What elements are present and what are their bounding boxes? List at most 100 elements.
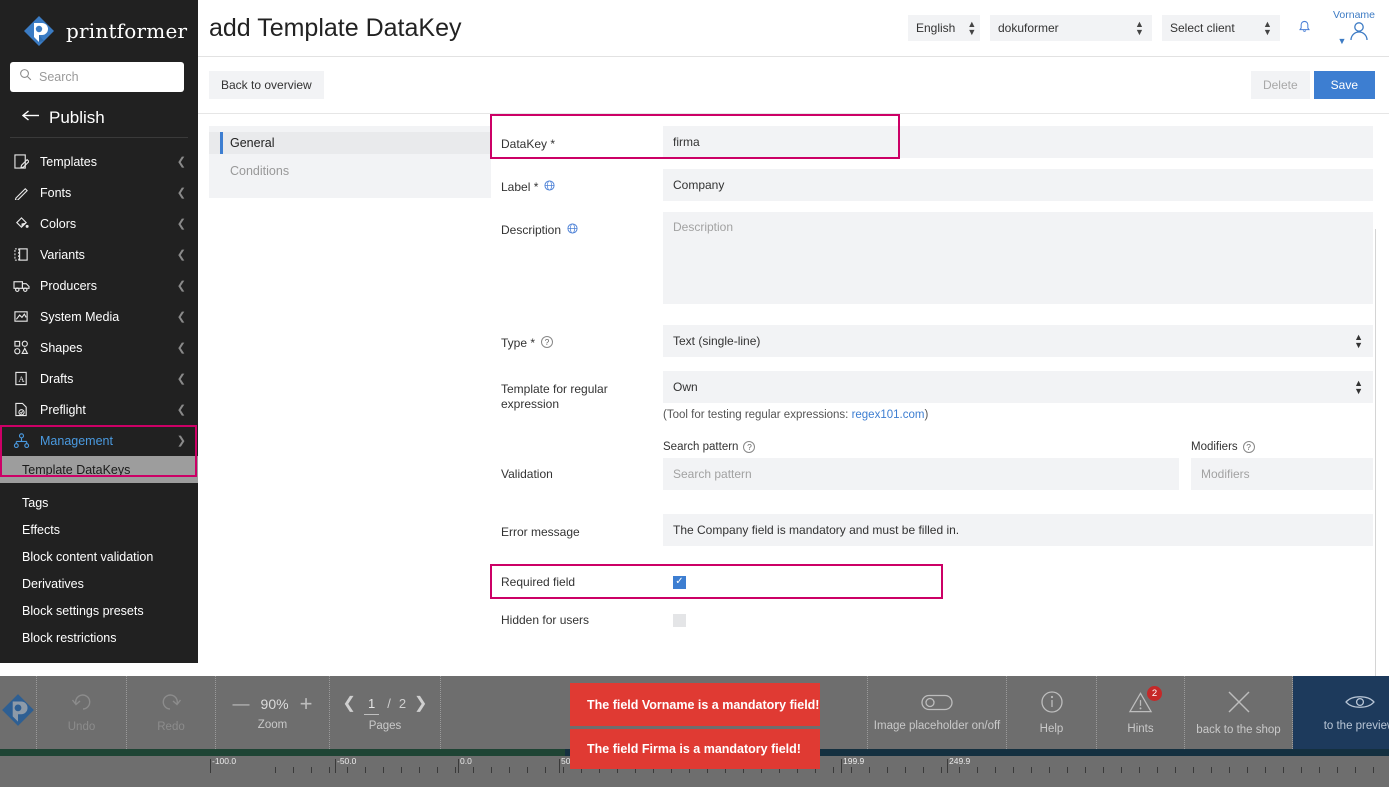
sidebar-subitem-effects[interactable]: Effects bbox=[0, 516, 198, 543]
ruler-tick-major bbox=[210, 759, 211, 773]
toast-vorname[interactable]: The field Vorname is a mandatory field! bbox=[570, 683, 820, 726]
user-menu[interactable]: Vorname ▼ bbox=[1333, 10, 1375, 46]
help-button[interactable]: Help bbox=[1007, 676, 1097, 749]
tab-conditions[interactable]: Conditions bbox=[209, 160, 491, 182]
chevron-left-icon: ❮ bbox=[177, 186, 186, 199]
type-select[interactable]: Text (single-line) ▲▼ bbox=[663, 325, 1373, 357]
sidebar-item-label: Drafts bbox=[40, 372, 177, 386]
back-to-shop-label: back to the shop bbox=[1196, 724, 1280, 736]
modifiers-input[interactable] bbox=[1191, 458, 1373, 490]
help-question-icon[interactable]: ? bbox=[541, 336, 553, 348]
ruler-tick bbox=[869, 767, 870, 773]
back-to-overview-button[interactable]: Back to overview bbox=[209, 71, 324, 99]
globe-icon[interactable] bbox=[567, 223, 578, 239]
tab-general[interactable]: General bbox=[209, 132, 491, 154]
error-message-input[interactable] bbox=[663, 514, 1373, 546]
globe-icon[interactable] bbox=[544, 180, 555, 196]
zoom-in-button[interactable]: + bbox=[300, 694, 313, 714]
hints-badge: 2 bbox=[1147, 686, 1162, 701]
search-pattern-input[interactable] bbox=[663, 458, 1179, 490]
toast-firma[interactable]: The field Firma is a mandatory field! bbox=[570, 729, 820, 769]
ruler-tick-major bbox=[947, 759, 948, 773]
search-input[interactable] bbox=[39, 70, 175, 84]
toast-message: The field Firma is a mandatory field! bbox=[587, 742, 801, 756]
regex-template-label: Template for regular expression bbox=[491, 371, 663, 412]
undo-button[interactable]: Undo bbox=[37, 676, 127, 749]
notifications-bell-icon[interactable] bbox=[1298, 20, 1311, 37]
validation-grid: Search pattern ? Modifiers ? bbox=[663, 441, 1373, 490]
management-icon bbox=[10, 433, 32, 449]
brand-logo[interactable]: printformer bbox=[0, 0, 198, 48]
search-icon bbox=[19, 68, 32, 86]
regex-template-field-wrap: Own ▲▼ (Tool for testing regular express… bbox=[663, 371, 1373, 435]
image-placeholder-toggle[interactable]: Image placeholder on/off bbox=[867, 676, 1007, 749]
delete-button[interactable]: Delete bbox=[1251, 71, 1310, 99]
ruler-tick bbox=[1265, 767, 1266, 773]
label-input[interactable] bbox=[663, 169, 1373, 201]
sidebar-item-producers[interactable]: Producers ❮ bbox=[0, 270, 198, 301]
chevron-down-icon: ▼ bbox=[1338, 36, 1347, 46]
current-page-input[interactable]: 1 bbox=[364, 694, 379, 715]
zoom-control[interactable]: — 90% + Zoom bbox=[216, 676, 330, 749]
sidebar-subitem-label: Block settings presets bbox=[22, 604, 144, 618]
ruler-tick bbox=[1067, 767, 1068, 773]
system-media-icon bbox=[10, 309, 32, 324]
regex101-link[interactable]: regex101.com bbox=[852, 409, 925, 421]
sidebar-subitem-block-restrictions[interactable]: Block restrictions bbox=[0, 624, 198, 651]
sidebar-item-fonts[interactable]: Fonts ❮ bbox=[0, 177, 198, 208]
zoom-out-button[interactable]: — bbox=[233, 694, 250, 714]
sidebar-subitem-template-datakeys[interactable]: Template DataKeys bbox=[0, 456, 198, 483]
sidebar-subitem-block-content-validation[interactable]: Block content validation bbox=[0, 543, 198, 570]
hints-button[interactable]: 2 Hints bbox=[1097, 676, 1185, 749]
ruler-tick-label: 0.0 bbox=[460, 756, 472, 766]
regex-hint-prefix: (Tool for testing regular expressions: bbox=[663, 409, 852, 421]
regex-template-select[interactable]: Own ▲▼ bbox=[663, 371, 1373, 403]
sidebar-item-preflight[interactable]: Preflight ❮ bbox=[0, 394, 198, 425]
description-textarea[interactable] bbox=[663, 212, 1373, 304]
to-the-preview-button[interactable]: to the preview bbox=[1293, 676, 1389, 749]
sidebar-subitem-tags[interactable]: Tags bbox=[0, 489, 198, 516]
workspace-select[interactable]: dokuformer ▲▼ bbox=[990, 15, 1152, 41]
sidebar-back-publish[interactable]: Publish bbox=[10, 92, 188, 138]
page-title: add Template DataKey bbox=[209, 14, 898, 43]
sidebar-subitem-derivatives[interactable]: Derivatives bbox=[0, 570, 198, 597]
required-field-checkbox[interactable]: ✓ bbox=[673, 576, 686, 589]
sidebar-item-variants[interactable]: Variants ❮ bbox=[0, 239, 198, 270]
language-select[interactable]: English ▲▼ bbox=[908, 15, 980, 41]
user-name: Vorname bbox=[1333, 10, 1375, 21]
eye-icon bbox=[1345, 693, 1375, 715]
field-row-label: Label * bbox=[491, 169, 1373, 201]
sidebar-item-shapes[interactable]: Shapes ❮ bbox=[0, 332, 198, 363]
sidebar-item-colors[interactable]: Colors ❮ bbox=[0, 208, 198, 239]
sidebar-item-templates[interactable]: Templates ❮ bbox=[0, 146, 198, 177]
sidebar-item-management[interactable]: Management ❯ bbox=[0, 425, 198, 456]
sidebar-search[interactable] bbox=[10, 62, 184, 92]
type-label-text: Type * bbox=[501, 336, 535, 351]
sidebar-subitem-block-settings-presets[interactable]: Block settings presets bbox=[0, 597, 198, 624]
chevron-left-icon: ❮ bbox=[177, 372, 186, 385]
ruler-tick-major bbox=[335, 759, 336, 773]
sidebar-item-system-media[interactable]: System Media ❮ bbox=[0, 301, 198, 332]
next-page-button[interactable]: ❯ bbox=[414, 694, 427, 714]
prev-page-button[interactable]: ❮ bbox=[343, 694, 356, 714]
help-question-icon[interactable]: ? bbox=[1243, 441, 1255, 453]
toggle-icon bbox=[921, 694, 953, 715]
chevron-updown-icon: ▲▼ bbox=[967, 20, 976, 36]
field-row-required: Required field ✓ bbox=[491, 568, 1373, 596]
top-bar: add Template DataKey English ▲▼ dokuform… bbox=[198, 0, 1389, 57]
sidebar-item-drafts[interactable]: A Drafts ❮ bbox=[0, 363, 198, 394]
sidebar-nav: Templates ❮ Fonts ❮ Colors ❮ bbox=[0, 146, 198, 651]
save-button[interactable]: Save bbox=[1314, 71, 1375, 99]
pages-control[interactable]: ❮ 1 / 2 ❯ Pages bbox=[330, 676, 441, 749]
editor-logo[interactable] bbox=[0, 676, 37, 749]
client-select[interactable]: Select client ▲▼ bbox=[1162, 15, 1280, 41]
ruler-tick bbox=[959, 767, 960, 773]
ruler-tick bbox=[1283, 767, 1284, 773]
hidden-for-users-label: Hidden for users bbox=[491, 606, 663, 628]
help-question-icon[interactable]: ? bbox=[743, 441, 755, 453]
hidden-for-users-checkbox[interactable] bbox=[673, 614, 686, 627]
svg-text:A: A bbox=[18, 374, 25, 384]
redo-button[interactable]: Redo bbox=[127, 676, 216, 749]
back-to-shop-button[interactable]: back to the shop bbox=[1185, 676, 1293, 749]
datakey-input[interactable] bbox=[663, 126, 1373, 158]
